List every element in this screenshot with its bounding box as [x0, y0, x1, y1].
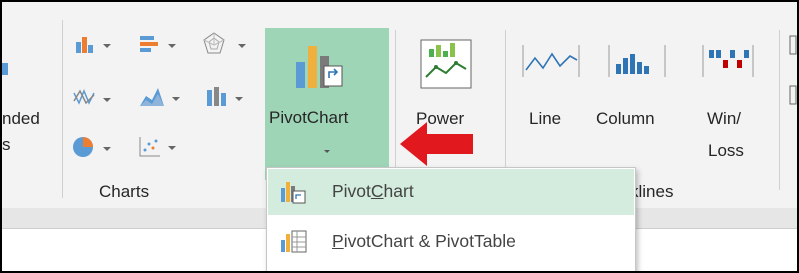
sparkline-winloss-icon[interactable] — [702, 44, 754, 83]
group-divider — [779, 30, 780, 190]
recommended-charts-label-line1[interactable]: nded — [2, 109, 40, 129]
pie-chart-icon[interactable] — [72, 134, 116, 165]
excel-ribbon-screenshot: nded s Charts PivotChart Power Line Colu… — [0, 0, 799, 273]
stock-chart-icon[interactable] — [205, 84, 245, 115]
pivotchart-label: PivotChart — [269, 108, 349, 127]
filter-icon-fragment[interactable] — [788, 34, 797, 119]
sparkline-line-label[interactable]: Line — [529, 109, 561, 129]
charts-group-label: Charts — [99, 182, 150, 201]
sparkline-column-label[interactable]: Column — [596, 109, 655, 129]
bar-chart-icon[interactable] — [138, 33, 180, 62]
pivotchart-dropdown-menu: PivotChart PivotChart & PivotTable — [266, 167, 636, 271]
sparkline-line-icon[interactable] — [522, 44, 580, 83]
pivotchart-icon — [280, 178, 308, 209]
menu-item-pivotchart-pivottable-label: PivotChart & PivotTable — [332, 231, 516, 251]
area-chart-icon[interactable] — [138, 84, 184, 115]
group-divider — [505, 30, 506, 180]
menu-item-pivotchart-pivottable[interactable]: PivotChart & PivotTable — [268, 219, 634, 265]
radar-chart-icon[interactable] — [202, 31, 248, 62]
group-divider — [395, 30, 396, 180]
pivotchart-icon — [294, 40, 346, 95]
sparklines-group-label: klines — [630, 182, 674, 201]
sparkline-column-icon[interactable] — [608, 44, 666, 83]
group-divider — [62, 20, 63, 198]
column-chart-icon[interactable] — [74, 33, 116, 62]
line-chart-icon[interactable] — [72, 85, 116, 116]
sparkline-winloss-label-line1[interactable]: Win/ — [707, 109, 741, 129]
chevron-down-icon — [324, 150, 330, 153]
menu-item-pivotchart[interactable]: PivotChart — [268, 169, 634, 215]
pivotchart-button[interactable]: PivotChart — [265, 28, 389, 180]
recommended-charts-label-line2[interactable]: s — [2, 135, 11, 155]
menu-item-pivotchart-label: PivotChart — [332, 181, 414, 201]
power-view-icon[interactable] — [420, 39, 474, 96]
recommended-charts-icon-fragment — [2, 60, 10, 83]
sparkline-winloss-label-line2[interactable]: Loss — [708, 141, 744, 161]
pivotchart-pivottable-icon — [280, 228, 308, 259]
scatter-chart-icon[interactable] — [138, 135, 180, 164]
